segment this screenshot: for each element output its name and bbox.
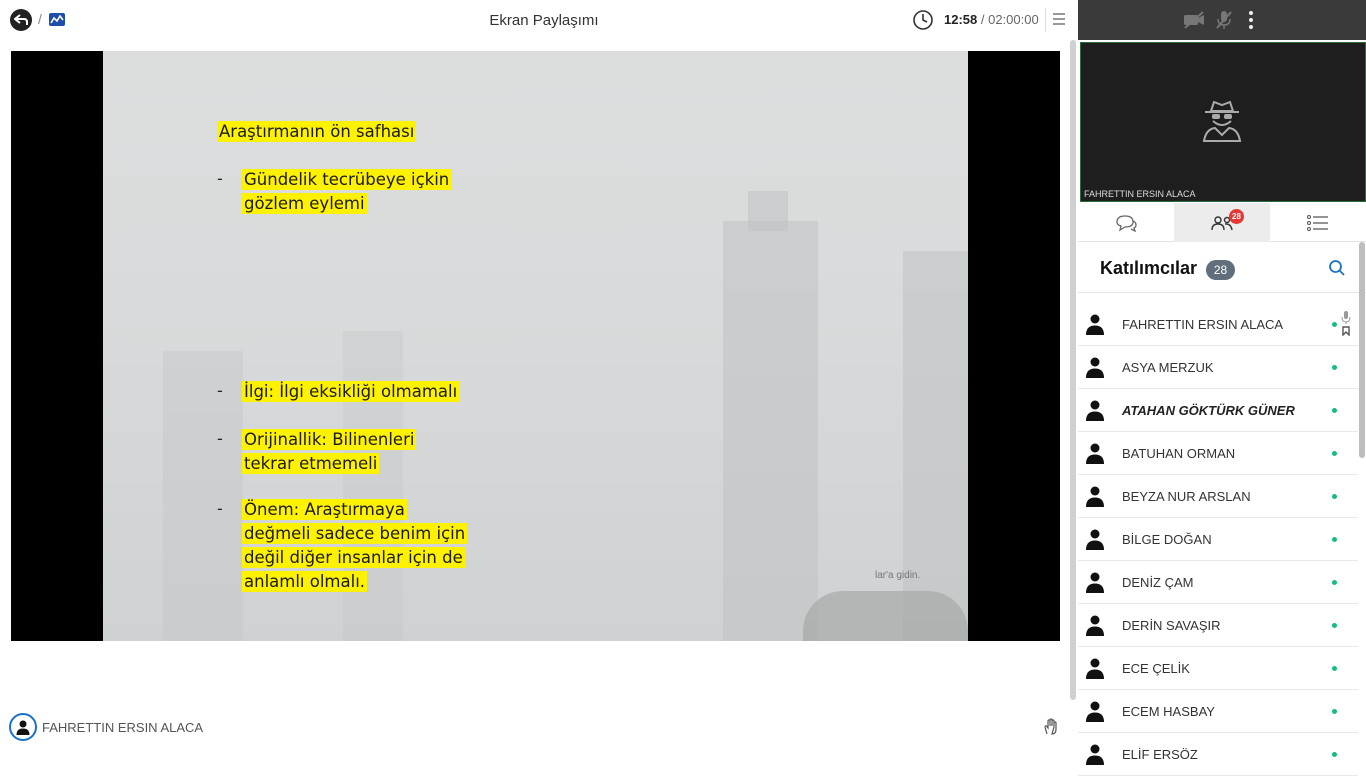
time-separator: / xyxy=(977,12,989,27)
participant-name: ECE ÇELİK xyxy=(1122,661,1190,676)
online-status-dot xyxy=(1332,580,1337,585)
participants-header: Katılımcılar 28 xyxy=(1078,243,1366,293)
list-item[interactable]: ECE ÇELİK xyxy=(1078,647,1358,690)
user-icon xyxy=(1086,615,1104,636)
participant-name: ELİF ERSÖZ xyxy=(1122,747,1198,762)
online-status-dot xyxy=(1332,623,1337,628)
side-tabs: 28 xyxy=(1078,203,1366,242)
list-item[interactable]: ATAHAN GÖKTÜRK GÜNER xyxy=(1078,389,1358,432)
participants-scrollbar[interactable] xyxy=(1359,242,1365,458)
divider xyxy=(1045,8,1046,32)
time-elapsed: 12:58 xyxy=(944,12,978,27)
bullet-1: Gündelik tecrübeye içkin xyxy=(242,169,452,190)
user-icon xyxy=(1086,744,1104,765)
bullet-dash: - xyxy=(217,429,223,448)
user-icon xyxy=(16,720,30,735)
online-status-dot xyxy=(1332,322,1337,327)
spy-avatar-icon xyxy=(1202,100,1242,142)
main-scrollbar[interactable] xyxy=(1070,40,1076,700)
list-item[interactable]: FAHRETTIN ERSIN ALACA xyxy=(1078,303,1358,346)
participant-name: FAHRETTIN ERSIN ALACA xyxy=(1122,317,1284,332)
bullet-2: İlgi: İlgi eksikliği olmamalı xyxy=(242,381,460,402)
online-status-dot xyxy=(1332,494,1337,499)
user-icon xyxy=(1086,443,1104,464)
list-item[interactable]: DERİN SAVAŞIR xyxy=(1078,604,1358,647)
session-timer: 12:58 / 02:00:00 xyxy=(944,12,1039,27)
list-item[interactable]: BATUHAN ORMAN xyxy=(1078,432,1358,475)
main-area: / Ekran Paylaşımı 12:58 / 02:00:00 Araşt… xyxy=(0,0,1078,768)
participant-name: ATAHAN GÖKTÜRK GÜNER xyxy=(1122,403,1295,418)
online-status-dot xyxy=(1332,365,1337,370)
shared-slide: Araştırmanın ön safhası - Gündelik tecrü… xyxy=(103,51,968,641)
screen-share-view[interactable]: Araştırmanın ön safhası - Gündelik tecrü… xyxy=(11,51,1060,641)
mic-off-icon[interactable] xyxy=(1214,9,1234,31)
list-item[interactable]: DENİZ ÇAM xyxy=(1078,561,1358,604)
bullet-dash: - xyxy=(217,169,223,188)
bullet-dash: - xyxy=(217,499,223,518)
list-item[interactable]: BEYZA NUR ARSLAN xyxy=(1078,475,1358,518)
bullet-4-cont: değil diğer insanlar için de xyxy=(242,547,465,568)
tab-participants[interactable]: 28 xyxy=(1174,203,1270,242)
list-item[interactable]: ELİF ERSÖZ xyxy=(1078,733,1358,776)
participant-name: BATUHAN ORMAN xyxy=(1122,446,1236,461)
bullet-dash: - xyxy=(217,381,223,400)
search-icon[interactable] xyxy=(1328,259,1346,277)
participant-name: DENİZ ÇAM xyxy=(1122,575,1194,590)
video-tile[interactable]: FAHRETTIN ERSIN ALACA xyxy=(1080,42,1366,202)
online-status-dot xyxy=(1332,752,1337,757)
presenter-info: FAHRETTIN ERSIN ALACA xyxy=(9,713,203,741)
mic-icon xyxy=(1341,311,1351,336)
participant-name: BİLGE DOĞAN xyxy=(1122,532,1212,547)
tab-list[interactable] xyxy=(1270,203,1366,242)
list-item[interactable]: ASYA MERZUK xyxy=(1078,346,1358,389)
more-vertical-icon[interactable] xyxy=(1246,9,1256,31)
bullet-1-cont: gözlem eylemi xyxy=(242,193,367,214)
user-icon xyxy=(1086,701,1104,722)
user-icon xyxy=(1086,658,1104,679)
side-panel: FAHRETTIN ERSIN ALACA 28 Katılımcılar 28 xyxy=(1078,0,1366,776)
menu-icon[interactable] xyxy=(1052,11,1066,27)
bullet-4: Önem: Araştırmaya xyxy=(242,499,407,520)
bullet-3: Orijinallik: Bilinenleri xyxy=(242,429,417,450)
clock-icon xyxy=(913,10,933,30)
raise-hand-icon[interactable] xyxy=(1042,718,1060,736)
chat-icon xyxy=(1116,214,1137,232)
user-icon xyxy=(1086,529,1104,550)
participants-list: FAHRETTIN ERSIN ALACA ASYA MERZUK ATAHAN… xyxy=(1078,303,1358,776)
online-status-dot xyxy=(1332,451,1337,456)
bullet-4-cont: değmeli sadece benim için xyxy=(242,523,468,544)
list-item[interactable]: BİLGE DOĞAN xyxy=(1078,518,1358,561)
time-total: 02:00:00 xyxy=(988,12,1039,27)
participant-name: BEYZA NUR ARSLAN xyxy=(1122,489,1251,504)
bullet-3-cont: tekrar etmemeli xyxy=(242,453,380,474)
participants-title: Katılımcılar xyxy=(1100,258,1198,278)
presenter-name: FAHRETTIN ERSIN ALACA xyxy=(42,719,204,735)
participant-name: ASYA MERZUK xyxy=(1122,360,1214,375)
participants-count-badge: 28 xyxy=(1206,260,1235,280)
user-icon xyxy=(1086,572,1104,593)
user-icon xyxy=(1086,486,1104,507)
participants-badge: 28 xyxy=(1229,209,1244,224)
online-status-dot xyxy=(1332,709,1337,714)
tab-chat[interactable] xyxy=(1078,203,1174,242)
user-icon xyxy=(1086,314,1104,335)
participant-name: ECEM HASBAY xyxy=(1122,704,1215,719)
list-icon xyxy=(1307,214,1328,231)
online-status-dot xyxy=(1332,537,1337,542)
user-icon xyxy=(1086,357,1104,378)
slide-hint-text: lar'a gidin. xyxy=(875,570,921,581)
participant-name: DERİN SAVAŞIR xyxy=(1122,618,1221,633)
bullet-4-cont: anlamlı olmalı. xyxy=(242,571,368,592)
online-status-dot xyxy=(1332,408,1337,413)
top-bar: / Ekran Paylaşımı 12:58 / 02:00:00 xyxy=(0,0,1078,40)
avatar xyxy=(9,713,37,741)
user-icon xyxy=(1086,400,1104,421)
video-participant-name: FAHRETTIN ERSIN ALACA xyxy=(1084,189,1196,199)
media-controls-bar xyxy=(1078,0,1366,40)
list-item[interactable]: ECEM HASBAY xyxy=(1078,690,1358,733)
online-status-dot xyxy=(1332,666,1337,671)
slide-heading: Araştırmanın ön safhası xyxy=(217,121,417,142)
camera-off-icon[interactable] xyxy=(1182,9,1206,31)
